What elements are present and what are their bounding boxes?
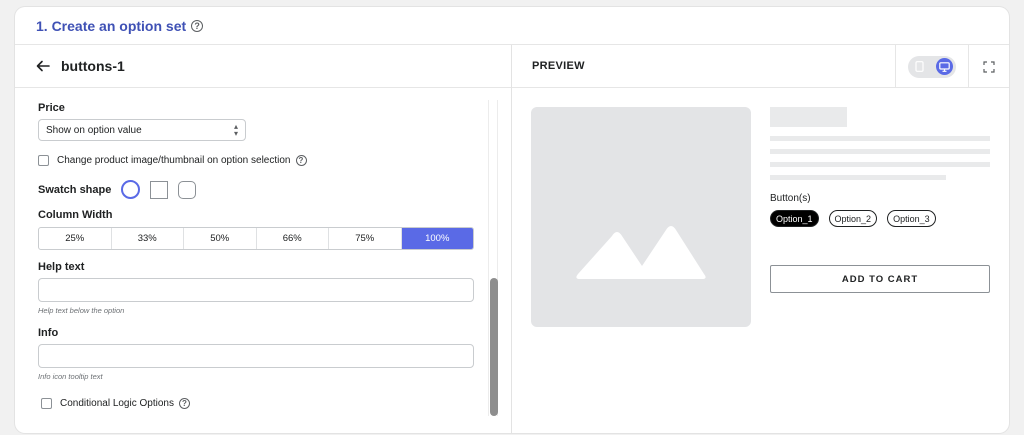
conditional-logic-checkbox[interactable] bbox=[41, 398, 52, 409]
desktop-icon[interactable] bbox=[936, 58, 953, 75]
mobile-icon[interactable] bbox=[911, 58, 928, 75]
help-text-hint: Help text below the option bbox=[38, 306, 125, 315]
buttons-label: Button(s) bbox=[770, 193, 811, 204]
step-title: 1. Create an option set? bbox=[36, 17, 204, 34]
swatch-shape-row: Swatch shape bbox=[38, 180, 505, 199]
option-set-name: buttons-1 bbox=[61, 58, 125, 74]
info-input[interactable] bbox=[38, 344, 474, 368]
column-width-50[interactable]: 50% bbox=[184, 228, 257, 249]
conditional-logic-row: Conditional Logic Options ? bbox=[41, 398, 505, 409]
option-buttons: Option_1 Option_2 Option_3 bbox=[770, 210, 946, 227]
add-to-cart-button[interactable]: ADD TO CART bbox=[770, 265, 990, 293]
help-text-input[interactable] bbox=[38, 278, 474, 302]
question-circle-icon[interactable]: ? bbox=[178, 398, 190, 409]
swatch-shape-label: Swatch shape bbox=[38, 183, 112, 196]
preview-header: PREVIEW bbox=[512, 45, 1009, 88]
question-circle-icon[interactable]: ? bbox=[191, 19, 204, 32]
option-set-card: 1. Create an option set? buttons-1 Price… bbox=[15, 7, 1009, 433]
select-arrows-icon: ▴ ▾ bbox=[233, 122, 238, 138]
help-text-label: Help text bbox=[38, 261, 85, 273]
skeleton-title bbox=[770, 107, 847, 127]
expand-button[interactable] bbox=[969, 45, 1009, 88]
settings-scrollbar[interactable] bbox=[488, 100, 498, 416]
info-hint: Info icon tooltip text bbox=[38, 372, 103, 381]
card-header: 1. Create an option set? bbox=[15, 7, 1009, 45]
device-toggle[interactable] bbox=[908, 55, 956, 78]
column-width-selector: 25% 33% 50% 66% 75% 100% bbox=[38, 227, 474, 250]
price-select[interactable]: Show on option value ▴ ▾ bbox=[38, 119, 246, 141]
column-width-100[interactable]: 100% bbox=[401, 228, 473, 249]
preview-title: PREVIEW bbox=[532, 60, 585, 72]
change-image-row: Change product image/thumbnail on option… bbox=[38, 155, 505, 166]
skeleton-line bbox=[770, 175, 946, 180]
column-width-label: Column Width bbox=[38, 209, 113, 221]
column-width-33[interactable]: 33% bbox=[112, 228, 184, 249]
option-button-2[interactable]: Option_2 bbox=[828, 210, 878, 227]
column-width-75[interactable]: 75% bbox=[329, 228, 402, 249]
settings-form: Price Show on option value ▴ ▾ Change pro… bbox=[15, 88, 505, 433]
device-toggle-wrap bbox=[895, 45, 969, 88]
expand-icon bbox=[983, 60, 995, 73]
column-width-25[interactable]: 25% bbox=[39, 228, 112, 249]
price-select-value: Show on option value bbox=[46, 124, 142, 136]
arrow-left-icon[interactable] bbox=[35, 58, 51, 74]
settings-panel: buttons-1 Price Show on option value ▴ ▾ … bbox=[15, 45, 512, 433]
option-button-1[interactable]: Option_1 bbox=[770, 210, 819, 227]
swatch-shape-circle[interactable] bbox=[121, 180, 141, 199]
product-image-placeholder bbox=[531, 107, 751, 327]
column-width-66[interactable]: 66% bbox=[257, 228, 329, 249]
question-circle-icon[interactable]: ? bbox=[295, 155, 307, 166]
change-image-label: Change product image/thumbnail on option… bbox=[57, 155, 291, 166]
preview-panel: PREVIEW Button(s) Option_1 Option_2 Opti… bbox=[512, 45, 1009, 433]
skeleton-line bbox=[770, 136, 990, 141]
change-image-checkbox[interactable] bbox=[38, 155, 49, 166]
swatch-shape-square[interactable] bbox=[150, 180, 169, 199]
swatch-shape-rounded[interactable] bbox=[178, 180, 197, 199]
settings-header: buttons-1 bbox=[15, 45, 511, 88]
panels: buttons-1 Price Show on option value ▴ ▾ … bbox=[15, 45, 1009, 433]
skeleton-line bbox=[770, 162, 990, 167]
price-label: Price bbox=[38, 102, 65, 114]
info-label: Info bbox=[38, 327, 59, 339]
scrollbar-thumb[interactable] bbox=[490, 278, 498, 416]
option-button-3[interactable]: Option_3 bbox=[887, 210, 936, 227]
step-title-text: 1. Create an option set bbox=[36, 17, 187, 34]
conditional-logic-label: Conditional Logic Options bbox=[60, 398, 174, 409]
image-placeholder-icon bbox=[576, 226, 706, 279]
skeleton-line bbox=[770, 149, 990, 154]
